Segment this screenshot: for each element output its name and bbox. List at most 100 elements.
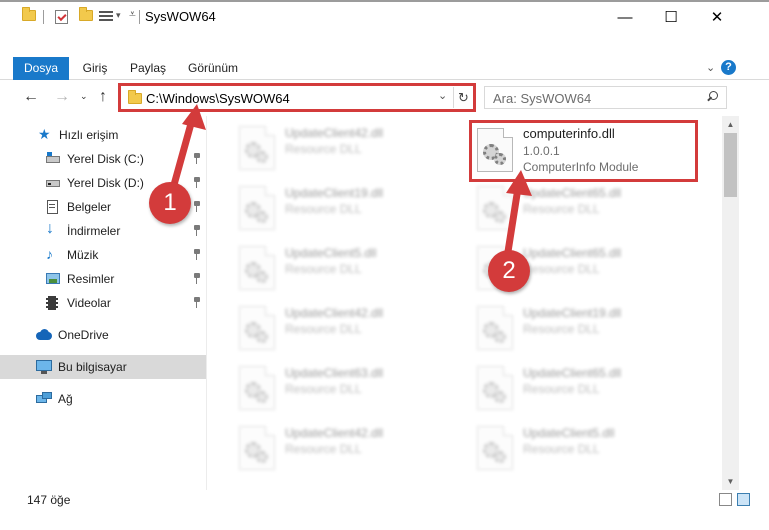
list-item[interactable]: UpdateClient5.dll Resource DLL (231, 240, 461, 298)
file-description: Resource DLL (285, 382, 362, 396)
folder-icon (22, 7, 36, 21)
pin-icon[interactable] (193, 201, 201, 213)
title-bar: ▾ ⩡ SysWOW64 — ☐ ✕ (0, 0, 769, 30)
file-name: UpdateClient65.dll (523, 186, 622, 200)
help-icon[interactable]: ? (721, 60, 736, 75)
videos-icon (46, 296, 62, 310)
list-item[interactable]: UpdateClient42.dll Resource DLL (231, 300, 461, 358)
file-description: Resource DLL (285, 142, 362, 156)
dll-file-icon (239, 366, 279, 412)
dll-file-icon (239, 246, 279, 292)
dll-file-icon (477, 186, 517, 232)
chevron-down-icon[interactable]: ▾ (116, 10, 121, 21)
list-item[interactable]: UpdateClient5.dll Resource DLL (469, 420, 699, 478)
tab-view[interactable]: Görünüm (183, 57, 243, 80)
sidebar-item-network[interactable]: Ağ (0, 387, 206, 411)
sidebar-item-label: Ağ (58, 392, 73, 406)
file-name: UpdateClient65.dll (523, 246, 622, 260)
vertical-scrollbar[interactable]: ▲ ▼ (722, 116, 739, 490)
list-item[interactable]: UpdateClient42.dll Resource DLL (231, 420, 461, 478)
ribbon-tabs: Dosya Giriş Paylaş Görünüm ⌄ ? (0, 57, 769, 80)
documents-icon (47, 200, 63, 214)
large-icons-view-icon[interactable] (737, 493, 750, 506)
navigation-pane: ★ Hızlı erişim Yerel Disk (C:) Yerel Dis… (0, 116, 207, 490)
sidebar-item-label: Hızlı erişim (59, 128, 119, 142)
list-item[interactable]: UpdateClient65.dll Resource DLL (469, 360, 699, 418)
dll-file-icon (477, 426, 517, 472)
dll-file-icon (239, 186, 279, 232)
file-name: UpdateClient5.dll (523, 426, 615, 440)
recent-locations-icon[interactable]: ⌄ (80, 91, 88, 102)
sidebar-item-label: Müzik (67, 248, 99, 262)
scroll-thumb[interactable] (724, 133, 737, 197)
minimize-button[interactable]: — (602, 2, 648, 32)
window-title: SysWOW64 (145, 9, 216, 24)
scroll-down-icon[interactable]: ▼ (722, 473, 739, 490)
pin-icon[interactable] (193, 297, 201, 309)
star-icon: ★ (38, 126, 51, 142)
step-badge-2: 2 (488, 250, 530, 292)
file-description: Resource DLL (523, 442, 600, 456)
file-description: Resource DLL (523, 202, 600, 216)
pictures-icon (46, 272, 62, 286)
properties-check-icon[interactable] (55, 10, 68, 24)
list-item[interactable]: UpdateClient42.dll Resource DLL (231, 120, 461, 178)
list-item[interactable]: UpdateClient63.dll Resource DLL (231, 360, 461, 418)
list-item[interactable]: UpdateClient19.dll Resource DLL (469, 300, 699, 358)
view-options-icon[interactable] (99, 10, 113, 23)
file-name: UpdateClient42.dll (285, 306, 384, 320)
maximize-button[interactable]: ☐ (648, 2, 694, 32)
sidebar-item-local-disk-c[interactable]: Yerel Disk (C:) (0, 147, 206, 171)
search-box[interactable]: Ara: SysWOW64 (484, 86, 727, 109)
sidebar-item-videos[interactable]: Videolar (0, 291, 206, 315)
file-description: Resource DLL (523, 262, 600, 276)
back-arrow-icon[interactable]: ← (23, 88, 39, 106)
tab-share[interactable]: Paylaş (125, 57, 171, 80)
expand-ribbon-icon[interactable]: ⌄ (706, 61, 715, 74)
up-arrow-icon[interactable]: ↑ (99, 88, 107, 106)
sidebar-item-quick-access[interactable]: ★ Hızlı erişim (0, 123, 206, 147)
sidebar-item-label: Resimler (67, 272, 115, 286)
scroll-up-icon[interactable]: ▲ (722, 116, 739, 133)
pin-icon[interactable] (193, 153, 201, 165)
drive-icon (46, 176, 62, 190)
pin-icon[interactable] (193, 177, 201, 189)
cloud-icon (36, 328, 52, 342)
sidebar-item-pictures[interactable]: Resimler (0, 267, 206, 291)
sidebar-item-label: Yerel Disk (D:) (67, 176, 144, 190)
file-name: UpdateClient42.dll (285, 426, 384, 440)
file-name: UpdateClient19.dll (285, 186, 384, 200)
sidebar-item-this-pc[interactable]: Bu bilgisayar (0, 355, 206, 379)
downloads-icon: ↓ (46, 220, 54, 237)
file-name: UpdateClient63.dll (285, 366, 384, 380)
list-item[interactable]: UpdateClient19.dll Resource DLL (231, 180, 461, 238)
details-view-icon[interactable] (719, 493, 732, 506)
navigation-bar: ← → ⌄ ↑ C:\Windows\SysWOW64 ⌄ ↻ Ara: Sys… (0, 81, 769, 115)
sidebar-item-onedrive[interactable]: OneDrive (0, 323, 206, 347)
file-name: UpdateClient19.dll (523, 306, 622, 320)
tab-home[interactable]: Giriş (75, 57, 115, 80)
pin-icon[interactable] (193, 225, 201, 237)
dll-file-icon (239, 426, 279, 472)
dll-file-icon (239, 306, 279, 352)
sidebar-item-music[interactable]: ♪ Müzik (0, 243, 206, 267)
search-icon[interactable] (706, 91, 718, 103)
address-bar-highlight (118, 83, 476, 112)
search-placeholder[interactable]: Ara: SysWOW64 (493, 91, 591, 106)
file-name: UpdateClient42.dll (285, 126, 384, 140)
dll-file-icon (239, 126, 279, 172)
item-count: 147 öğe (27, 493, 71, 507)
dll-file-icon (477, 306, 517, 352)
computer-icon (36, 360, 52, 374)
customize-toolbar-icon[interactable]: ⩡ (129, 7, 136, 22)
new-folder-icon[interactable] (79, 7, 93, 21)
close-button[interactable]: ✕ (694, 2, 740, 32)
file-description: Resource DLL (285, 262, 362, 276)
forward-arrow-icon[interactable]: → (54, 88, 70, 106)
dll-file-icon (477, 366, 517, 412)
file-description: Resource DLL (285, 202, 362, 216)
pin-icon[interactable] (193, 273, 201, 285)
pin-icon[interactable] (193, 249, 201, 261)
tab-file[interactable]: Dosya (13, 57, 69, 80)
list-item[interactable]: UpdateClient65.dll Resource DLL (469, 180, 699, 238)
